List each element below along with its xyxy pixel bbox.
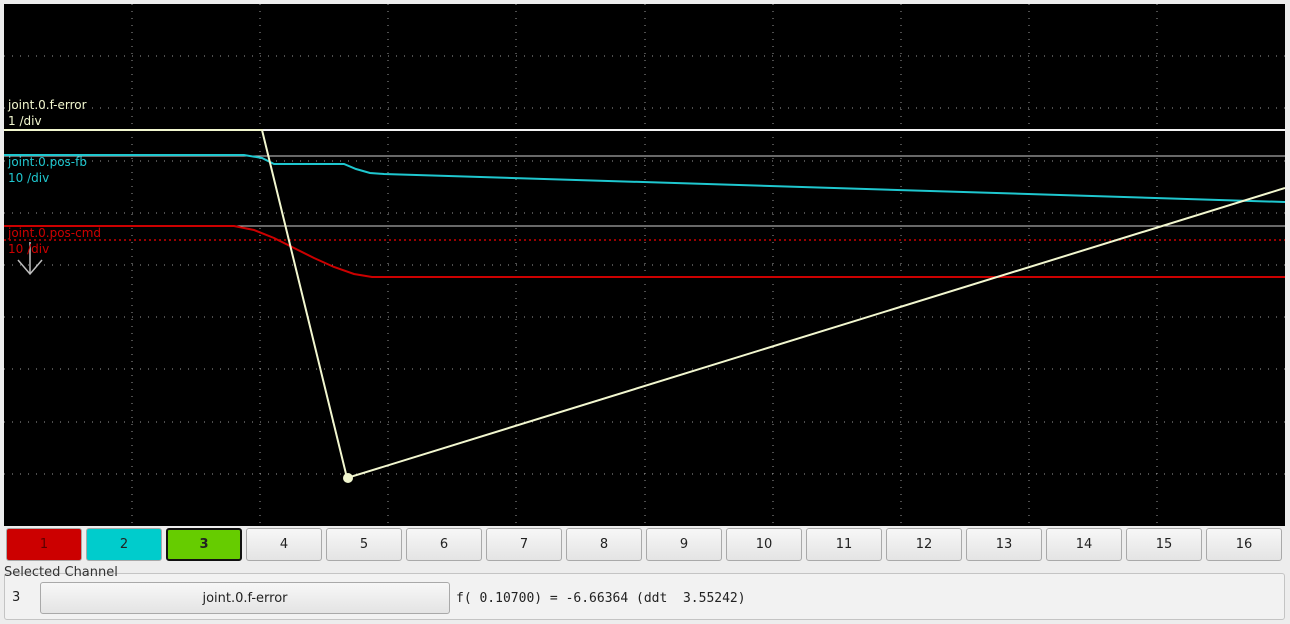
channel-button-8[interactable]: 8: [566, 528, 642, 561]
channel-button-16[interactable]: 16: [1206, 528, 1282, 561]
channel-button-13[interactable]: 13: [966, 528, 1042, 561]
pos-fb-scale: 10 /div: [8, 171, 50, 185]
selected-channel-name-button[interactable]: joint.0.f-error: [40, 582, 450, 614]
pos-cmd-name: joint.0.pos-cmd: [8, 226, 102, 240]
channel-button-14[interactable]: 14: [1046, 528, 1122, 561]
channel-selector-bar: 1 2 3 4 5 6 7 8 9 10 11 12 13 14 15 16: [4, 527, 1285, 563]
channel-button-5[interactable]: 5: [326, 528, 402, 561]
trace-pos-fb: [4, 154, 1285, 203]
channel-button-10[interactable]: 10: [726, 528, 802, 561]
channel-button-1[interactable]: 1: [6, 528, 82, 561]
cursor-marker: [343, 473, 353, 483]
channel-button-11[interactable]: 11: [806, 528, 882, 561]
scope-plot: [4, 4, 1285, 526]
channel-button-4[interactable]: 4: [246, 528, 322, 561]
pos-fb-label: joint.0.pos-fb 10 /div: [8, 154, 87, 186]
pos-fb-name: joint.0.pos-fb: [8, 155, 87, 169]
f-error-name: joint.0.f-error: [8, 98, 87, 112]
f-error-scale: 1 /div: [8, 114, 42, 128]
selected-channel-number: 3: [12, 590, 21, 605]
channel-button-6[interactable]: 6: [406, 528, 482, 561]
selected-channel-readout: f( 0.10700) = -6.66364 (ddt 3.55242): [456, 591, 746, 606]
selected-channel-heading: Selected Channel: [4, 565, 118, 580]
pos-cmd-scale: 10 /div: [8, 242, 50, 256]
scope-grid: [4, 4, 1285, 526]
pos-cmd-label: joint.0.pos-cmd 10 /div: [8, 225, 101, 257]
channel-button-12[interactable]: 12: [886, 528, 962, 561]
trace-pos-cmd: [4, 225, 1285, 278]
oscilloscope-display[interactable]: joint.0.f-error 1 /div joint.0.pos-fb 10…: [4, 4, 1285, 526]
channel-button-2[interactable]: 2: [86, 528, 162, 561]
channel-button-15[interactable]: 15: [1126, 528, 1202, 561]
f-error-label: joint.0.f-error 1 /div: [8, 97, 87, 129]
channel-button-3[interactable]: 3: [166, 528, 242, 561]
channel-button-9[interactable]: 9: [646, 528, 722, 561]
channel-button-7[interactable]: 7: [486, 528, 562, 561]
